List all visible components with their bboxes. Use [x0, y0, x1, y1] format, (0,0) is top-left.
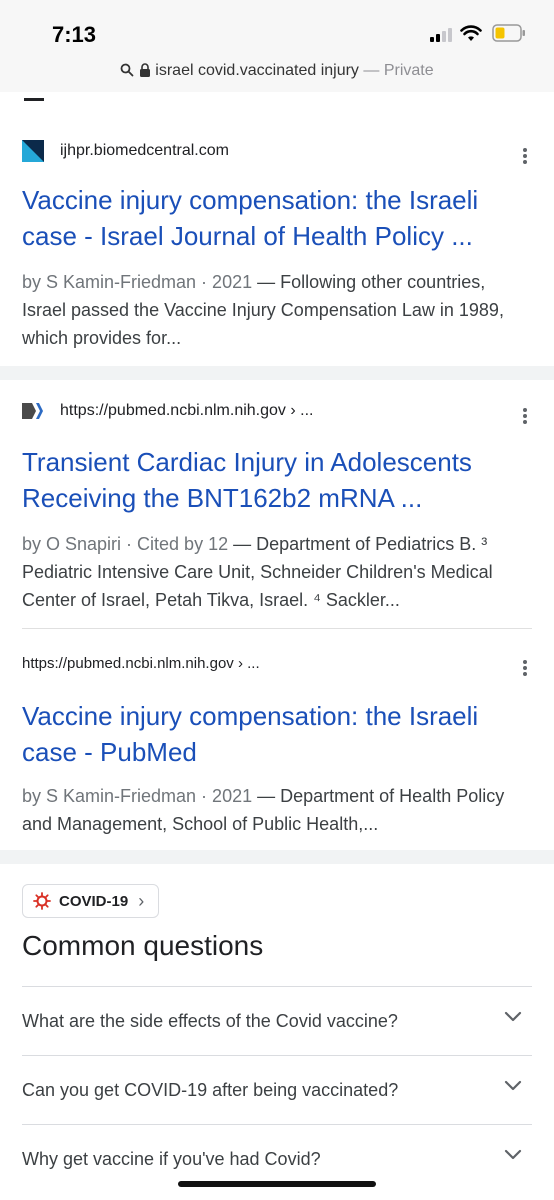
faq-question: Can you get COVID-19 after being vaccina…	[22, 1080, 399, 1100]
result-title-link[interactable]: Vaccine injury compensation: the Israeli…	[22, 182, 532, 254]
result-source[interactable]: https://pubmed.ncbi.nlm.nih.gov › ...	[22, 650, 260, 676]
result-title-link[interactable]: Vaccine injury compensation: the Israeli…	[22, 698, 532, 770]
cellular-signal-icon	[430, 28, 452, 42]
address-separator: —	[358, 62, 384, 79]
result-snippet: by S Kamin-Friedman · 2021 — Department …	[22, 782, 534, 838]
chevron-down-icon	[504, 1011, 522, 1022]
faq-question: Why get vaccine if you've had Covid?	[22, 1149, 321, 1169]
biomedcentral-favicon-icon	[22, 140, 44, 162]
common-questions-heading: Common questions	[22, 930, 264, 961]
source-url: https://pubmed.ncbi.nlm.nih.gov › ...	[22, 654, 260, 672]
results-top-edge	[0, 92, 554, 117]
wifi-icon	[460, 25, 482, 41]
status-bar: 7:13	[0, 0, 554, 56]
more-options-icon[interactable]	[522, 658, 528, 678]
status-time: 7:13	[52, 22, 97, 47]
home-indicator[interactable]	[178, 1181, 376, 1187]
result-source[interactable]: https://pubmed.ncbi.nlm.nih.gov › ...	[22, 398, 313, 424]
chip-label: COVID-19	[59, 892, 129, 910]
chevron-right-icon: ›	[138, 890, 145, 911]
result-card: ijhpr.biomedcentral.com Vaccine injury c…	[0, 116, 554, 366]
battery-icon	[492, 24, 525, 42]
faq-question: What are the side effects of the Covid v…	[22, 1011, 398, 1031]
virus-icon	[33, 892, 51, 910]
chevron-down-icon	[504, 1080, 522, 1091]
private-mode-label: Private	[383, 62, 434, 79]
result-meta: by S Kamin-Friedman · 2021	[22, 786, 253, 806]
result-source[interactable]: ijhpr.biomedcentral.com	[22, 138, 229, 164]
source-url: https://pubmed.ncbi.nlm.nih.gov › ...	[60, 402, 314, 419]
source-url: ijhpr.biomedcentral.com	[60, 142, 229, 159]
address-bar[interactable]: israel covid.vaccinated injury — Private	[0, 56, 554, 92]
faq-item[interactable]: Can you get COVID-19 after being vaccina…	[22, 1055, 532, 1124]
pubmed-favicon-icon	[22, 403, 43, 419]
search-icon	[120, 63, 134, 77]
covid-19-chip[interactable]: COVID-19 ›	[22, 884, 160, 918]
dash-marker	[24, 98, 44, 101]
result-meta: by O Snapiri · Cited by 12	[22, 534, 229, 554]
lock-icon	[139, 63, 150, 77]
more-options-icon[interactable]	[522, 146, 528, 166]
result-snippet: by O Snapiri · Cited by 12 — Department …	[22, 530, 534, 614]
result-title-link[interactable]: Transient Cardiac Injury in Adolescents …	[22, 444, 532, 516]
result-meta: by S Kamin-Friedman · 2021	[22, 272, 253, 292]
more-options-icon[interactable]	[522, 406, 528, 426]
faq-item[interactable]: What are the side effects of the Covid v…	[22, 986, 532, 1055]
chevron-down-icon	[504, 1149, 522, 1160]
result-card: https://pubmed.ncbi.nlm.nih.gov › ... Tr…	[0, 380, 554, 850]
address-query: israel covid.vaccinated injury	[155, 62, 359, 79]
result-snippet: by S Kamin-Friedman · 2021 — Following o…	[22, 268, 534, 352]
result-divider	[22, 628, 532, 629]
common-questions-card: COVID-19 › Common questions What are the…	[0, 864, 554, 1200]
